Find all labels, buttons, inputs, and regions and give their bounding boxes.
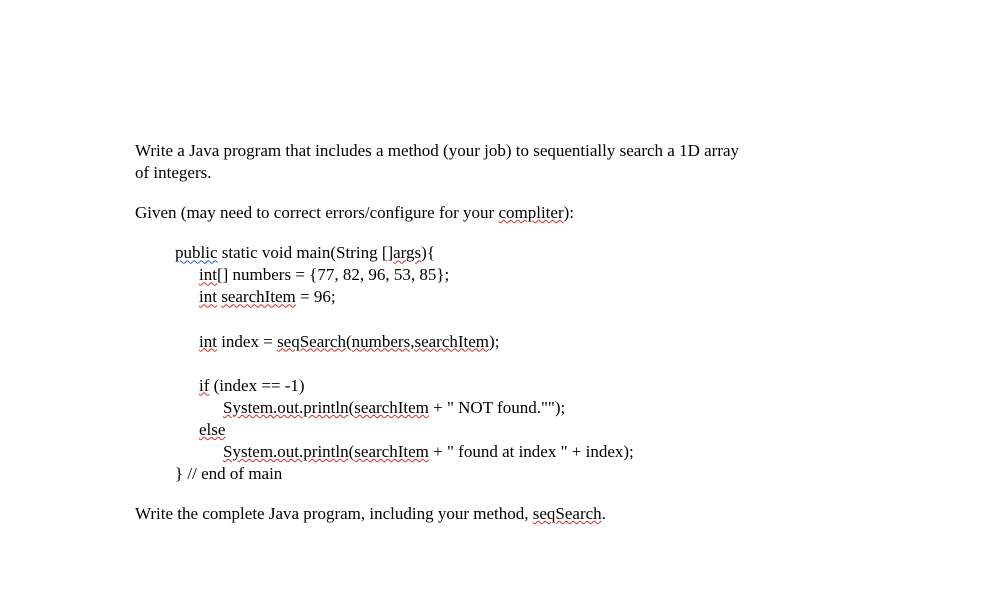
closing-paragraph: Write the complete Java program, includi… — [135, 503, 863, 525]
kw-seqSearch: seqSearch — [277, 332, 346, 351]
code-line-2: int[] numbers = {77, 82, 96, 53, 85}; — [175, 264, 863, 286]
code-line-9: } // end of main — [175, 463, 863, 485]
closing-prefix: Write the complete Java program, includi… — [135, 504, 533, 523]
given-suffix: ): — [564, 203, 574, 222]
code-line-6: System.out.println(searchItem + " NOT fo… — [175, 397, 863, 419]
code-line-8: System.out.println(searchItem + " found … — [175, 441, 863, 463]
intro-line-1: Write a Java program that includes a met… — [135, 141, 739, 160]
kw-sys1: System.out.println — [223, 398, 349, 417]
code-block: public static void main(String []args){ … — [135, 242, 863, 485]
given-prefix: Given (may need to correct errors/config… — [135, 203, 498, 222]
code-l1-tail: ){ — [421, 243, 435, 262]
code-l3-rest: = 96; — [296, 287, 336, 306]
code-l5-rest: (index == -1) — [209, 376, 304, 395]
kw-searchItem3: searchItem — [354, 442, 429, 461]
code-line-3: int searchItem = 96; — [175, 286, 863, 308]
kw-sys2: System.out.println — [223, 442, 349, 461]
given-paragraph: Given (may need to correct errors/config… — [135, 202, 863, 224]
closing-seqSearch: seqSearch — [533, 504, 602, 523]
kw-searchItem2: searchItem — [354, 398, 429, 417]
code-l9-text: } // end of main — [175, 464, 282, 483]
kw-else: else — [199, 420, 225, 439]
intro-paragraph: Write a Java program that includes a met… — [135, 140, 863, 184]
code-l6-rest: + " NOT found.""); — [429, 398, 565, 417]
blank-line-2 — [175, 353, 863, 375]
kw-int-arr: int[] — [199, 265, 228, 284]
code-l1-rest: static void main(String [] — [218, 243, 394, 262]
kw-int: int — [199, 287, 217, 306]
code-line-7: else — [175, 419, 863, 441]
code-l8-rest: + " found at index " + index); — [429, 442, 634, 461]
code-l4-rest1: index = — [217, 332, 277, 351]
code-line-1: public static void main(String []args){ — [175, 242, 863, 264]
closing-suffix: . — [602, 504, 606, 523]
code-l2-rest: numbers = {77, 82, 96, 53, 85}; — [228, 265, 449, 284]
kw-searchItem: searchItem — [221, 287, 296, 306]
code-line-5: if (index == -1) — [175, 375, 863, 397]
kw-public: public — [175, 243, 218, 262]
given-compliter: compliter — [498, 203, 563, 222]
code-l4-tail: ); — [489, 332, 499, 351]
kw-int2: int — [199, 332, 217, 351]
code-line-4: int index = seqSearch(numbers,searchItem… — [175, 331, 863, 353]
kw-if: if — [199, 376, 209, 395]
blank-line-1 — [175, 309, 863, 331]
kw-numsearch: numbers,searchItem — [352, 332, 489, 351]
kw-args: args — [393, 243, 421, 262]
intro-line-2: of integers. — [135, 163, 211, 182]
